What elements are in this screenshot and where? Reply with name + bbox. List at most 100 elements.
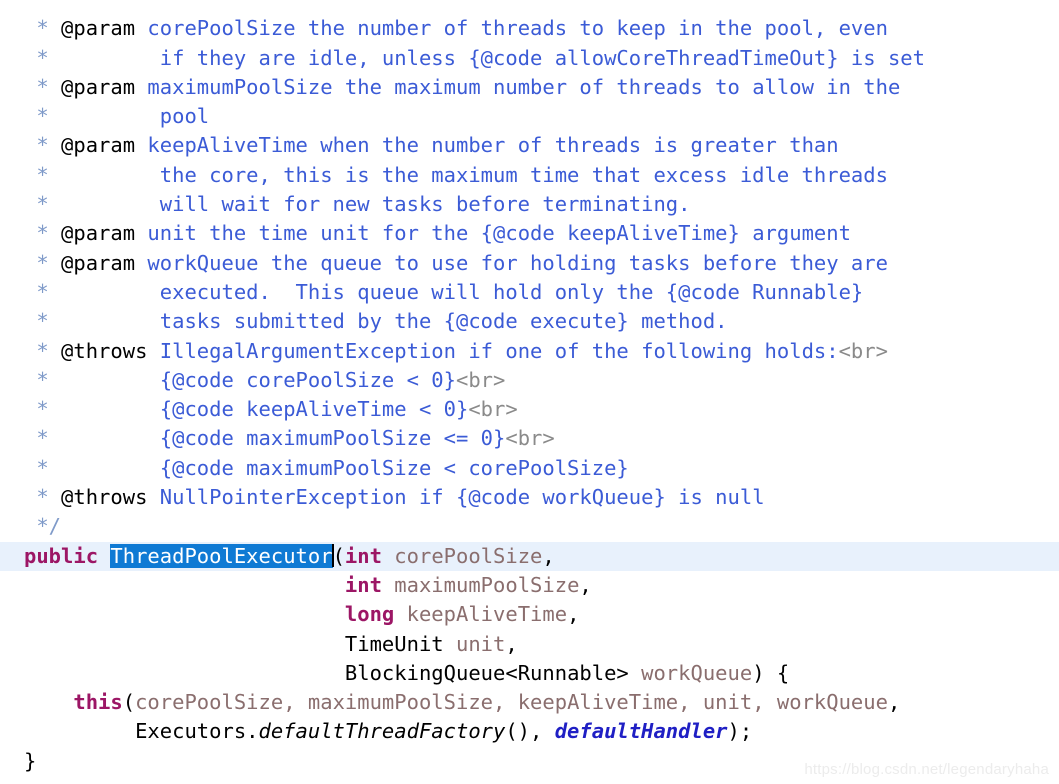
code-line[interactable]: * @param maximumPoolSize the maximum num… <box>0 73 1059 102</box>
code-token: @param <box>61 133 136 158</box>
code-token: * <box>24 162 62 187</box>
code-token: corePoolSize, maximumPoolSize, keepAlive… <box>135 690 888 715</box>
code-token: int <box>344 572 382 597</box>
code-token: * <box>24 250 62 275</box>
code-token: long <box>344 602 395 627</box>
code-line-current[interactable]: public ThreadPoolExecutor(int corePoolSi… <box>0 541 1059 571</box>
code-token: public <box>24 543 111 568</box>
code-line[interactable]: * {@code maximumPoolSize <= 0}<br> <box>0 424 1059 453</box>
selected-text[interactable]: ThreadPoolExecutor <box>110 543 333 568</box>
code-token: Executors. <box>24 719 259 744</box>
code-line[interactable]: long keepAliveTime, <box>0 600 1059 629</box>
code-token: the core, this is the maximum time that … <box>61 162 888 187</box>
code-line[interactable]: * <box>0 0 1059 14</box>
code-token: maximumPoolSize the maximum number of th… <box>135 74 901 99</box>
code-token: <br> <box>455 367 506 392</box>
code-token: @param <box>61 16 136 41</box>
code-token: * <box>24 16 62 41</box>
code-token: {@code keepAliveTime < 0} <box>61 397 469 422</box>
code-line[interactable]: * {@code keepAliveTime < 0}<br> <box>0 395 1059 424</box>
code-token: {@code maximumPoolSize < corePoolSize} <box>61 455 629 480</box>
code-token: tasks submitted by the {@code execute} m… <box>61 309 728 334</box>
code-token: * <box>24 485 62 510</box>
code-line[interactable]: * pool <box>0 102 1059 131</box>
code-line[interactable]: * {@code corePoolSize < 0}<br> <box>0 366 1059 395</box>
code-line[interactable]: * {@code maximumPoolSize < corePoolSize} <box>0 454 1059 483</box>
code-token: * <box>24 133 62 158</box>
code-line[interactable]: * the core, this is the maximum time tha… <box>0 161 1059 190</box>
code-line[interactable]: */ <box>0 512 1059 541</box>
code-token: , <box>542 543 555 568</box>
code-token: * <box>24 455 62 480</box>
code-token: unit the time unit for the {@code keepAl… <box>135 221 851 246</box>
code-token: @param <box>61 221 136 246</box>
code-token: corePoolSize <box>381 543 543 568</box>
code-token: ( <box>122 690 136 715</box>
code-token: * <box>24 45 62 70</box>
code-line[interactable]: * will wait for new tasks before termina… <box>0 190 1059 219</box>
code-token: * <box>24 309 62 334</box>
code-line[interactable]: Executors.defaultThreadFactory(), defaul… <box>0 717 1059 746</box>
code-line[interactable]: * @throws IllegalArgumentException if on… <box>0 337 1059 366</box>
code-token: * <box>24 397 62 422</box>
code-token: ); <box>727 719 753 744</box>
code-token: , <box>505 631 518 656</box>
code-token: @param <box>61 250 136 275</box>
code-token: workQueue the queue to use for holding t… <box>135 250 888 275</box>
code-token: * <box>24 192 62 217</box>
code-line[interactable]: * @param corePoolSize the number of thre… <box>0 14 1059 43</box>
code-token: workQueue <box>628 660 753 685</box>
code-token: @throws <box>61 485 148 510</box>
code-token: (), <box>505 719 555 744</box>
code-token: keepAliveTime when the number of threads… <box>135 133 839 158</box>
code-line[interactable]: * executed. This queue will hold only th… <box>0 278 1059 307</box>
code-line[interactable]: * @param unit the time unit for the {@co… <box>0 219 1059 248</box>
code-token: * <box>24 74 62 99</box>
code-token: * <box>24 221 62 246</box>
code-token: <br> <box>505 426 555 451</box>
code-line[interactable]: * @param keepAliveTime when the number o… <box>0 131 1059 160</box>
code-token: @param <box>61 74 136 99</box>
code-token: <br> <box>468 397 518 422</box>
code-token: this <box>73 690 123 715</box>
code-line[interactable]: * @param workQueue the queue to use for … <box>0 249 1059 278</box>
code-token: TimeUnit <box>344 631 444 656</box>
code-editor-viewport[interactable]: * * @param corePoolSize the number of th… <box>0 0 1059 784</box>
code-token: defaultHandler <box>554 719 728 744</box>
code-line[interactable]: * if they are idle, unless {@code allowC… <box>0 44 1059 73</box>
code-token: {@code corePoolSize < 0} <box>61 367 456 392</box>
code-token: corePoolSize the number of threads to ke… <box>135 16 888 41</box>
code-token: , <box>567 602 580 627</box>
code-token: executed. This queue will hold only the … <box>61 279 864 304</box>
code-token: unit <box>443 631 506 656</box>
code-token: IllegalArgumentException if one of the f… <box>147 338 839 363</box>
code-token: NullPointerException if {@code workQueue… <box>147 485 765 510</box>
code-token: * <box>24 367 62 392</box>
code-token: {@code maximumPoolSize <= 0} <box>61 426 506 451</box>
code-line[interactable]: int maximumPoolSize, <box>0 571 1059 600</box>
code-token: * <box>24 279 62 304</box>
watermark-text: https://blog.csdn.net/legendaryhaha <box>804 761 1049 778</box>
code-lines-container: * * @param corePoolSize the number of th… <box>0 0 1059 776</box>
code-token: } <box>24 748 37 773</box>
code-line[interactable]: TimeUnit unit, <box>0 630 1059 659</box>
code-token: , <box>887 690 901 715</box>
code-token: * <box>24 104 62 129</box>
code-token: <br> <box>838 338 888 363</box>
code-token: , <box>579 572 592 597</box>
code-line[interactable]: BlockingQueue<Runnable> workQueue) { <box>0 659 1059 688</box>
code-token: keepAliveTime <box>394 602 568 627</box>
code-token: defaultThreadFactory <box>258 719 506 744</box>
code-line[interactable]: * @throws NullPointerException if {@code… <box>0 483 1059 512</box>
code-line[interactable]: this(corePoolSize, maximumPoolSize, keep… <box>0 688 1059 717</box>
code-token: * <box>24 426 62 451</box>
code-token: maximumPoolSize <box>381 572 580 597</box>
code-token: if they are idle, unless {@code allowCor… <box>61 45 925 70</box>
code-token: int <box>344 543 382 568</box>
code-line[interactable]: * tasks submitted by the {@code execute}… <box>0 307 1059 336</box>
